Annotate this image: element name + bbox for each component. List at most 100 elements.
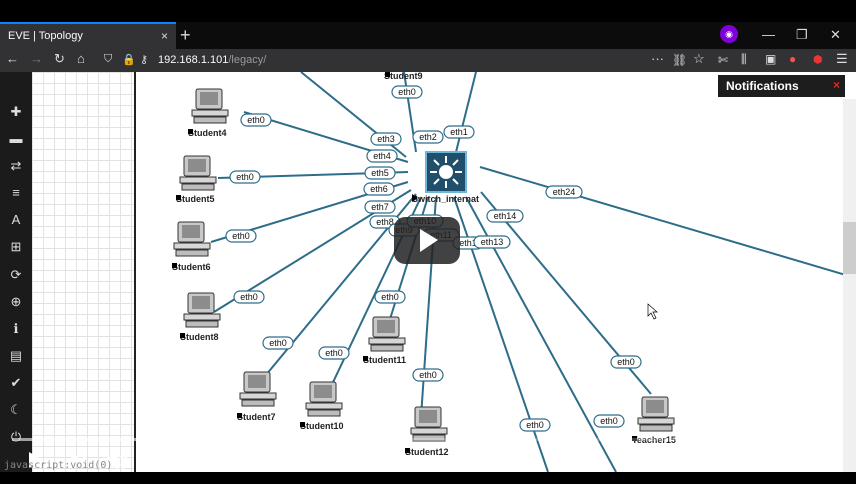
insecure-lock-icon[interactable]: 🔒 [122, 53, 136, 66]
port-label-sw-eth3: eth3 [370, 132, 402, 146]
student10-node[interactable] [305, 381, 343, 417]
port-text: eth24 [553, 187, 576, 197]
link-icon[interactable]: ⛓ [672, 53, 687, 67]
port-text: eth0 [232, 231, 250, 241]
status-icon[interactable]: ✔ [8, 375, 24, 391]
dark-mode-icon[interactable]: ☾ [8, 402, 24, 418]
student5-node[interactable] [179, 155, 217, 191]
student4-label: Student4 [188, 128, 227, 138]
add-object-icon[interactable]: ✚ [8, 104, 24, 120]
info-icon[interactable]: ℹ [8, 321, 24, 337]
ublock-icon[interactable]: ⬢ [813, 53, 823, 66]
port-text: eth2 [419, 132, 437, 142]
student8-node[interactable] [183, 292, 221, 328]
miniplayer-icon[interactable] [730, 451, 754, 469]
student7-node[interactable] [239, 371, 277, 407]
port-text: eth13 [481, 237, 504, 247]
extension-icon[interactable]: ● [789, 52, 796, 66]
teacher15-node[interactable] [637, 396, 675, 432]
play-button[interactable] [394, 217, 460, 264]
link-status-text: javascript:void(0) [4, 460, 113, 471]
scrollbar-thumb[interactable] [843, 222, 856, 274]
browser-tab-bar: EVE | Topology × + ◉ — ❐ ✕ [0, 22, 856, 49]
library-icon[interactable]: ⫼ [741, 52, 747, 67]
mouse-cursor-icon [647, 303, 658, 320]
video-time: 0:00 / 2:41 [144, 453, 211, 469]
student6-node[interactable] [173, 221, 211, 257]
nodes-icon[interactable]: ▬ [8, 131, 24, 147]
port-label-s8: eth0 [233, 290, 265, 304]
port-label-t15: eth0 [610, 355, 642, 369]
reload-icon[interactable]: ↻ [54, 51, 65, 67]
home-icon[interactable]: ⌂ [77, 51, 85, 66]
startup-configs-icon[interactable]: ≡ [8, 185, 24, 201]
port-text: eth0 [236, 172, 254, 182]
student6-label: Student6 [172, 262, 211, 272]
port-label-sw-eth14: eth14 [486, 209, 524, 223]
port-text: eth0 [526, 420, 544, 430]
tab-close-icon[interactable]: × [161, 29, 168, 43]
port-label-sw-eth4: eth4 [366, 149, 398, 163]
grid-icon[interactable]: ⊞ [8, 239, 24, 255]
student4-node[interactable] [191, 88, 229, 124]
shield-icon[interactable]: ⛉ [104, 53, 112, 66]
menu-icon[interactable]: ☰ [836, 51, 848, 67]
text-icon[interactable]: A [8, 212, 24, 228]
switch-node[interactable] [425, 151, 467, 193]
notifications-panel[interactable]: Notifications × [718, 75, 845, 97]
student11-node[interactable] [368, 316, 406, 352]
port-text: eth4 [373, 151, 391, 161]
sidebar-icon[interactable]: ▣ [765, 52, 776, 66]
grid-area [32, 72, 135, 472]
browser-nav-bar: ← → ↻ ⌂ ⛉ 🔒 ⚷ 192.168.1.101/legacy/ ··· … [0, 49, 856, 72]
student11-label: Student11 [363, 355, 406, 365]
port-label-sw-eth24: eth24 [545, 185, 583, 199]
port-label-s4: eth0 [240, 113, 272, 127]
port-label-sw-eth7: eth7 [364, 200, 396, 214]
fullscreen-icon[interactable] [812, 451, 832, 469]
port-label-s14: eth0 [593, 414, 625, 428]
port-text: eth0 [325, 348, 343, 358]
key-icon[interactable]: ⚷ [140, 53, 148, 66]
new-tab-button[interactable]: + [180, 25, 191, 46]
restore-icon[interactable]: ❐ [796, 27, 808, 43]
video-progress-bar[interactable] [12, 438, 844, 441]
address-bar[interactable]: 192.168.1.101/legacy/ [158, 54, 266, 66]
port-label-s12: eth0 [412, 368, 444, 382]
browser-tab[interactable]: EVE | Topology × [0, 22, 176, 49]
student10-label: Student10 [300, 421, 344, 431]
port-text: eth0 [617, 357, 635, 367]
port-label-s13: eth0 [519, 418, 551, 432]
back-icon[interactable]: ← [6, 51, 19, 66]
port-label-s5: eth0 [229, 170, 261, 184]
port-text: eth5 [371, 168, 389, 178]
tab-title: EVE | Topology [8, 30, 83, 42]
video-frame: EVE | Topology × + ◉ — ❐ ✕ ← → ↻ ⌂ ⛉ 🔒 ⚷… [0, 0, 856, 484]
student12-node[interactable] [410, 406, 448, 442]
scrollbar-track[interactable] [843, 99, 856, 472]
minimize-icon[interactable]: — [762, 27, 775, 42]
port-text: eth0 [269, 338, 287, 348]
forward-icon[interactable]: → [30, 51, 43, 66]
bookmark-star-icon[interactable]: ☆ [693, 51, 705, 67]
port-text: eth0 [398, 87, 416, 97]
close-window-icon[interactable]: ✕ [830, 27, 841, 43]
list-icon[interactable]: ▤ [8, 348, 24, 364]
port-text: eth0 [247, 115, 265, 125]
topology-canvas[interactable]: Switch_internat Student9 Student4 Studen… [136, 72, 856, 472]
port-label-sw-eth5: eth5 [364, 166, 396, 180]
power-icon[interactable]: ⏻ [8, 429, 24, 445]
screenshot-icon[interactable]: ✄ [718, 53, 728, 67]
notifications-title: Notifications [726, 79, 799, 93]
networks-icon[interactable]: ⇄ [8, 158, 24, 174]
refresh-icon[interactable]: ⟳ [8, 267, 24, 283]
eve-topology-page: ✚ ▬ ⇄ ≡ A ⊞ ⟳ ⊕ ℹ ▤ ✔ ☾ ⏻ Switch_interna… [0, 72, 856, 472]
theater-mode-icon[interactable] [770, 451, 794, 469]
student5-label: Student5 [176, 194, 215, 204]
notifications-close-icon[interactable]: × [833, 78, 840, 92]
zoom-icon[interactable]: ⊕ [8, 294, 24, 310]
settings-icon[interactable] [692, 451, 712, 471]
subtitles-icon[interactable] [651, 451, 673, 469]
student8-label: Student8 [180, 332, 219, 342]
page-actions-icon[interactable]: ··· [651, 51, 664, 66]
